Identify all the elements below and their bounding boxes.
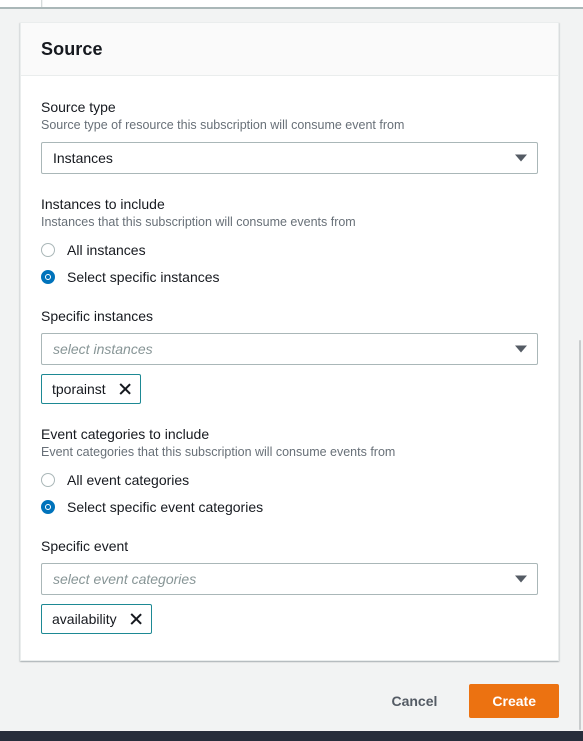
chevron-down-icon bbox=[515, 575, 527, 583]
card-header: Source bbox=[21, 23, 558, 76]
radio-all-instances-label: All instances bbox=[67, 242, 146, 258]
radio-all-event-categories[interactable]: All event categories bbox=[41, 471, 538, 489]
cancel-button[interactable]: Cancel bbox=[377, 685, 451, 717]
radio-select-specific-event-categories[interactable]: Select specific event categories bbox=[41, 498, 538, 516]
radio-all-event-categories-label: All event categories bbox=[67, 472, 190, 488]
page-scrollbar[interactable] bbox=[579, 340, 581, 730]
radio-icon-unchecked bbox=[41, 473, 55, 487]
top-chrome-strip bbox=[0, 0, 583, 9]
specific-event-select[interactable]: select event categories bbox=[41, 563, 538, 595]
specific-instances-token-list: tporainst bbox=[41, 374, 538, 404]
source-type-selected-value: Instances bbox=[53, 150, 113, 166]
horizontal-divider bbox=[0, 7, 583, 9]
radio-all-instances[interactable]: All instances bbox=[41, 241, 538, 259]
specific-instances-group: Specific instances select instances tpor… bbox=[41, 307, 538, 404]
chevron-down-icon bbox=[515, 345, 527, 353]
token-item[interactable]: tporainst bbox=[41, 374, 141, 404]
event-categories-to-include-label: Event categories to include bbox=[41, 426, 210, 442]
card-body: Source type Source type of resource this… bbox=[21, 76, 558, 660]
source-type-description: Source type of resource this subscriptio… bbox=[41, 118, 405, 132]
radio-icon-checked bbox=[41, 270, 55, 284]
token-label: tporainst bbox=[52, 381, 106, 397]
specific-instances-placeholder: select instances bbox=[53, 341, 153, 357]
source-card: Source Source type Source type of resour… bbox=[20, 22, 559, 661]
page-title: Source bbox=[41, 39, 103, 59]
event-categories-to-include-group: Event categories to include Event catego… bbox=[41, 425, 538, 516]
chevron-down-icon bbox=[515, 154, 527, 162]
radio-select-specific-instances-label: Select specific instances bbox=[67, 269, 220, 285]
bottom-navigation-bar bbox=[0, 731, 583, 741]
form-actions: Cancel Create bbox=[0, 684, 559, 718]
event-categories-to-include-description: Event categories that this subscription … bbox=[41, 445, 396, 459]
specific-instances-label: Specific instances bbox=[41, 308, 154, 324]
specific-event-placeholder: select event categories bbox=[53, 571, 197, 587]
radio-icon-unchecked bbox=[41, 243, 55, 257]
close-icon[interactable] bbox=[129, 612, 143, 626]
radio-icon-checked bbox=[41, 500, 55, 514]
specific-instances-select[interactable]: select instances bbox=[41, 333, 538, 365]
create-button[interactable]: Create bbox=[469, 684, 559, 718]
close-icon[interactable] bbox=[118, 382, 132, 396]
specific-event-group: Specific event select event categories a… bbox=[41, 537, 538, 634]
radio-select-specific-instances[interactable]: Select specific instances bbox=[41, 268, 538, 286]
specific-event-label: Specific event bbox=[41, 538, 129, 554]
radio-select-specific-event-categories-label: Select specific event categories bbox=[67, 499, 264, 515]
specific-event-token-list: availability bbox=[41, 604, 538, 634]
instances-to-include-label: Instances to include bbox=[41, 196, 165, 212]
source-type-select[interactable]: Instances bbox=[41, 142, 538, 174]
instances-to-include-group: Instances to include Instances that this… bbox=[41, 195, 538, 286]
source-type-group: Source type Source type of resource this… bbox=[41, 98, 538, 174]
source-type-label: Source type bbox=[41, 99, 116, 115]
token-item[interactable]: availability bbox=[41, 604, 152, 634]
token-label: availability bbox=[52, 611, 117, 627]
instances-to-include-description: Instances that this subscription will co… bbox=[41, 215, 356, 229]
